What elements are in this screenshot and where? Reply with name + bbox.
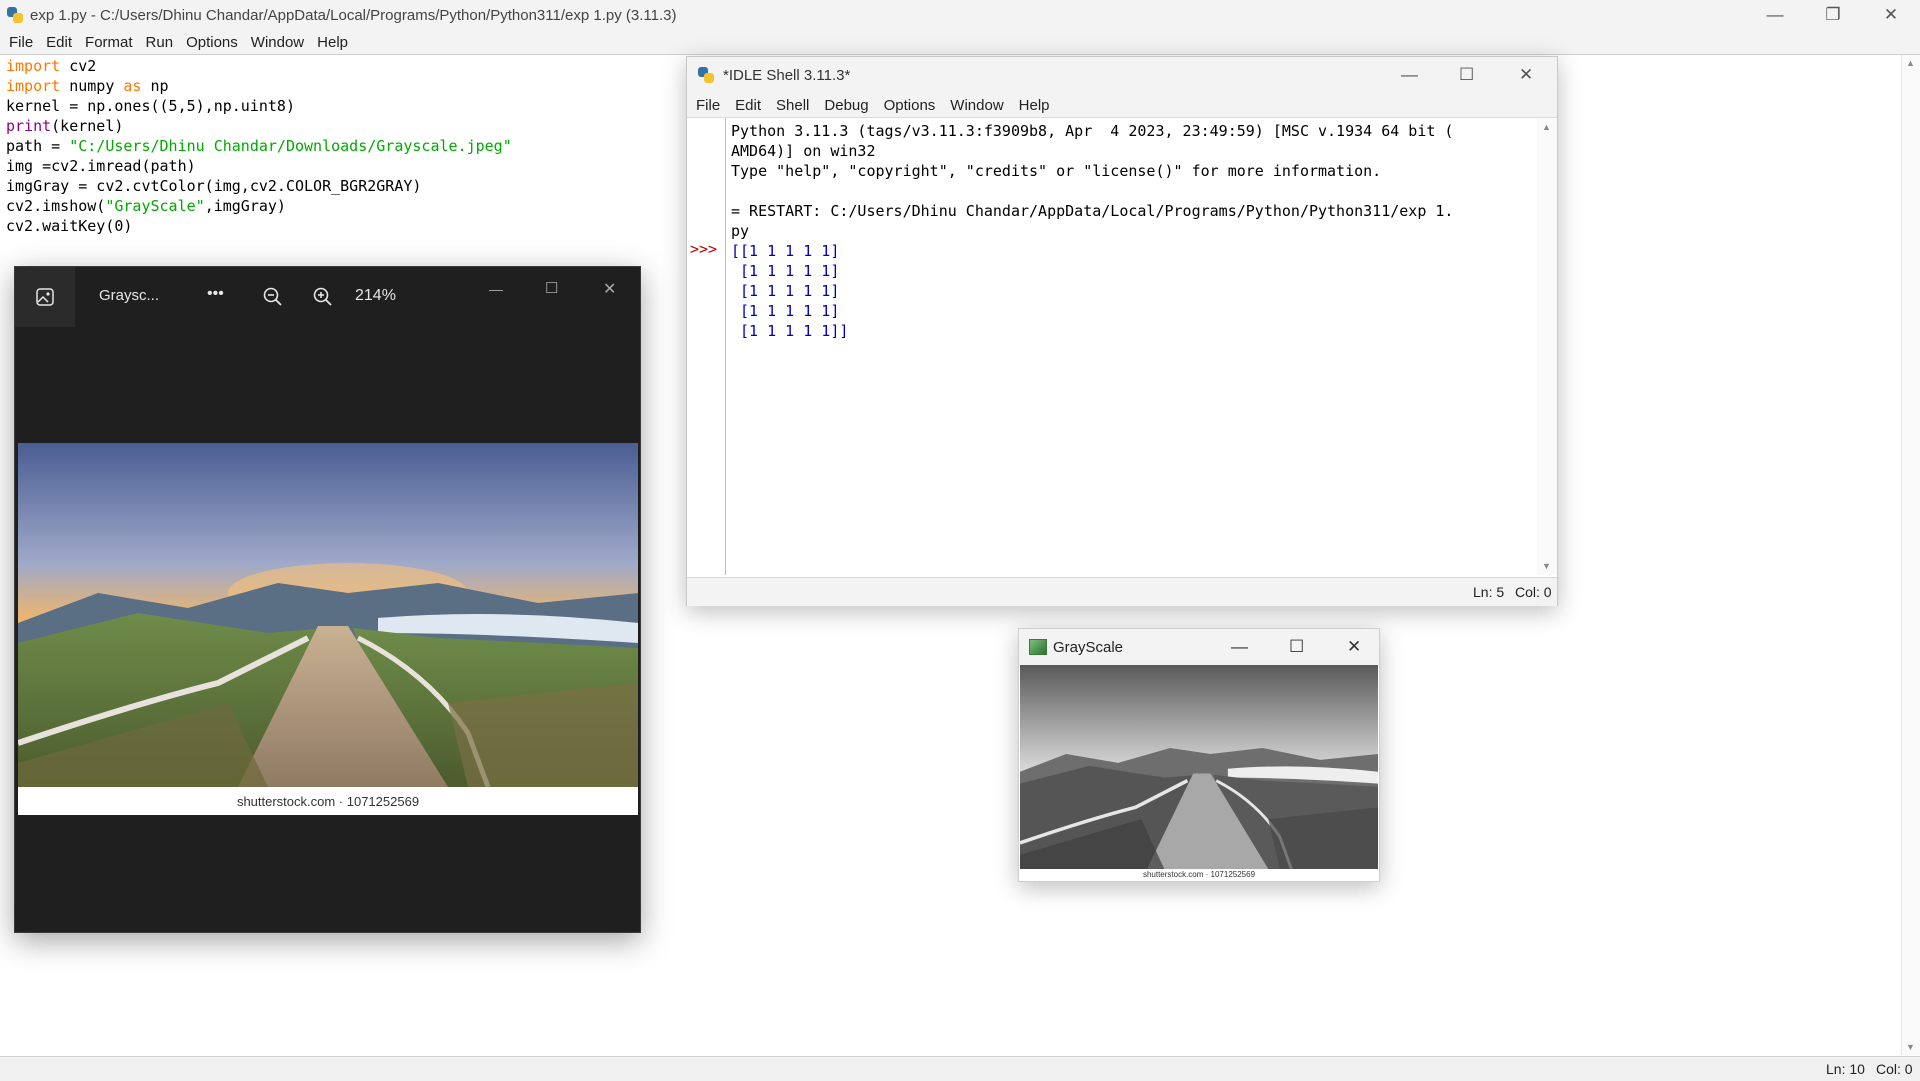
shell-menu-file[interactable]: File	[696, 97, 720, 114]
close-icon[interactable]: ✕	[1519, 65, 1533, 85]
photo-watermark-caption: shutterstock.com · 1071252569	[18, 787, 638, 815]
menu-format[interactable]: Format	[85, 34, 133, 51]
scroll-up-icon[interactable]: ▲	[1906, 58, 1915, 68]
shell-menu-help[interactable]: Help	[1019, 97, 1050, 114]
menu-edit[interactable]: Edit	[46, 34, 72, 51]
shell-menu-shell[interactable]: Shell	[776, 97, 809, 114]
close-icon[interactable]: ✕	[1347, 637, 1361, 657]
shell-line: Python 3.11.3 (tags/v3.11.3:f3909b8, Apr…	[731, 122, 1454, 140]
shell-line: AMD64)] on win32	[731, 142, 876, 160]
shell-menu-debug[interactable]: Debug	[824, 97, 868, 114]
scroll-down-icon[interactable]: ▼	[1906, 1042, 1915, 1052]
zoom-out-icon[interactable]	[262, 286, 284, 308]
scroll-down-icon[interactable]: ▼	[1542, 561, 1551, 571]
code-editor[interactable]: import cv2 import numpy as np kernel = np.…	[6, 56, 512, 236]
shell-menu-options[interactable]: Options	[884, 97, 936, 114]
shell-line: Type "help", "copyright", "credits" or "…	[731, 162, 1382, 180]
editor-title: exp 1.py - C:/Users/Dhinu Chandar/AppDat…	[30, 6, 677, 24]
editor-status-bar: Ln: 10 Col: 0	[0, 1056, 1920, 1081]
shell-menu-edit[interactable]: Edit	[735, 97, 761, 114]
output-line: [1 1 1 1 1]	[731, 282, 840, 300]
minimize-icon[interactable]: —	[1746, 0, 1804, 30]
output-line: [1 1 1 1 1]	[731, 302, 840, 320]
python-shell-icon	[697, 66, 715, 84]
shell-menu-window[interactable]: Window	[950, 97, 1003, 114]
menu-options[interactable]: Options	[186, 34, 238, 51]
code-line: imgGray = cv2.cvtColor(img,cv2.COLOR_BGR…	[6, 177, 422, 195]
landscape-photo: shutterstock.com · 1071252569	[17, 443, 638, 815]
shell-output[interactable]: Python 3.11.3 (tags/v3.11.3:f3909b8, Apr…	[731, 121, 1453, 341]
code-line: path = "C:/Users/Dhinu Chandar/Downloads…	[6, 137, 512, 155]
grayscale-window: GrayScale — ☐ ✕ shutterstock.com · 10712…	[1018, 628, 1380, 882]
restore-icon[interactable]: ❐	[1804, 0, 1862, 30]
output-line: [1 1 1 1 1]]	[731, 322, 849, 340]
minimize-icon[interactable]: —	[1401, 65, 1418, 85]
shell-scrollbar[interactable]: ▲ ▼	[1537, 118, 1557, 575]
shell-column-number: Col: 0	[1515, 584, 1552, 600]
python-file-icon	[6, 6, 24, 24]
more-options-icon[interactable]: •••	[207, 285, 224, 303]
scroll-up-icon[interactable]: ▲	[1542, 122, 1551, 132]
menu-help[interactable]: Help	[317, 34, 348, 51]
image-icon	[36, 288, 54, 306]
editor-column-number: Col: 0	[1876, 1061, 1913, 1077]
shell-line: = RESTART: C:/Users/Dhinu Chandar/AppDat…	[731, 202, 1454, 220]
menu-run[interactable]: Run	[146, 34, 174, 51]
grayscale-title-bar: GrayScale — ☐ ✕	[1019, 629, 1379, 665]
photos-file-name: Graysc...	[99, 287, 160, 304]
minimize-icon[interactable]: —	[489, 281, 503, 297]
shell-prompt: >>>	[690, 240, 718, 258]
shell-prompt-gutter: >>>	[687, 118, 726, 575]
shell-menu-bar: File Edit Shell Debug Options Window Hel…	[687, 93, 1557, 118]
menu-file[interactable]: File	[9, 34, 33, 51]
menu-window[interactable]: Window	[251, 34, 304, 51]
maximize-icon[interactable]: ☐	[545, 279, 558, 297]
code-line: print(kernel)	[6, 117, 124, 135]
output-line: [[1 1 1 1 1]	[731, 242, 840, 260]
code-line: img =cv2.imread(path)	[6, 157, 196, 175]
output-line: [1 1 1 1 1]	[731, 262, 840, 280]
maximize-icon[interactable]: ☐	[1459, 65, 1474, 85]
grayscale-image: shutterstock.com · 1071252569	[1019, 665, 1378, 880]
editor-line-number: Ln: 10	[1826, 1061, 1865, 1077]
code-line: cv2.waitKey(0)	[6, 217, 133, 235]
idle-shell-window: *IDLE Shell 3.11.3* — ☐ ✕ File Edit Shel…	[686, 56, 1558, 606]
shell-status-bar: Ln: 5 Col: 0	[687, 577, 1557, 606]
grayscale-title: GrayScale	[1053, 638, 1124, 656]
close-icon[interactable]: ✕	[1862, 0, 1920, 30]
code-line: import numpy as np	[6, 77, 169, 95]
code-line: cv2.imshow("GrayScale",imgGray)	[6, 197, 286, 215]
shell-title: *IDLE Shell 3.11.3*	[723, 66, 851, 84]
photos-app-button[interactable]	[15, 267, 75, 327]
color-landscape-image	[17, 443, 638, 788]
opencv-window-icon	[1029, 639, 1047, 655]
close-icon[interactable]: ✕	[603, 279, 616, 299]
editor-menu-bar: File Edit Format Run Options Window Help	[0, 30, 1920, 55]
minimize-icon[interactable]: —	[1231, 637, 1248, 657]
maximize-icon[interactable]: ☐	[1289, 637, 1304, 657]
photos-viewer-window: Graysc... ••• 214% — ☐ ✕ shutterstock.co…	[14, 266, 641, 933]
photos-toolbar: Graysc... ••• 214% — ☐ ✕	[15, 267, 640, 327]
shell-line: py	[731, 222, 750, 240]
editor-scrollbar[interactable]: ▲ ▼	[1901, 55, 1920, 1055]
zoom-level: 214%	[355, 287, 396, 304]
zoom-in-icon[interactable]	[312, 286, 334, 308]
code-line: import cv2	[6, 57, 97, 75]
code-line: kernel = np.ones((5,5),np.uint8)	[6, 97, 295, 115]
shell-title-bar: *IDLE Shell 3.11.3* — ☐ ✕	[687, 57, 1557, 93]
editor-title-bar: exp 1.py - C:/Users/Dhinu Chandar/AppDat…	[0, 0, 1920, 30]
shell-line-number: Ln: 5	[1473, 584, 1505, 600]
grayscale-landscape-image	[1019, 665, 1378, 870]
grayscale-watermark-caption: shutterstock.com · 1071252569	[1020, 869, 1378, 880]
